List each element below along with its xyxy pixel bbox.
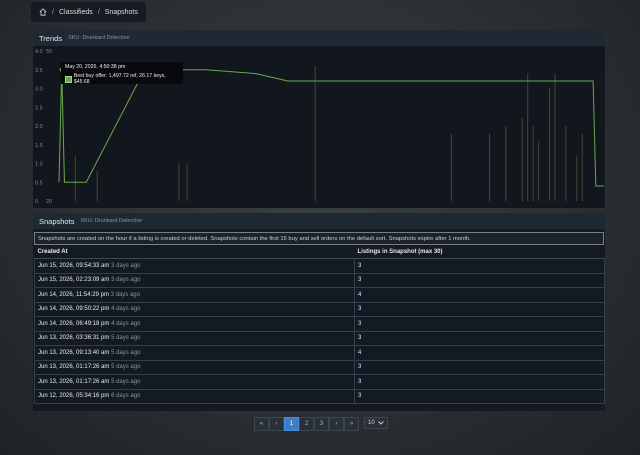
created-at-cell[interactable]: Jun 13, 2026, 09:13:40 am 5 days ago: [34, 345, 355, 361]
y-tick-label: 3.0: [35, 87, 43, 93]
listings-count-cell: 4: [354, 345, 605, 361]
y-tick-label: 0.5: [35, 180, 43, 186]
listings-count-cell: 3: [354, 316, 605, 332]
trends-title: Trends: [39, 33, 63, 43]
snapshots-subtitle: SKU: Drunkard Detective: [80, 218, 142, 224]
tooltip-swatch: [65, 75, 72, 83]
page-button-1[interactable]: 1: [284, 417, 299, 431]
table-row[interactable]: Jun 13, 2026, 01:17:26 am 5 days ago 3: [34, 374, 605, 390]
table-row[interactable]: Jun 13, 2026, 01:17:26 am 5 days ago 3: [34, 359, 605, 375]
table-header-row: Created At Listings in Snapshot (max 30): [34, 245, 605, 259]
table-row[interactable]: Jun 14, 2026, 06:49:18 pm 4 days ago 3: [34, 316, 605, 332]
chevron-down-icon: [378, 421, 384, 425]
y-tick-label: 0: [35, 199, 38, 205]
created-at-ago: 5 days ago: [111, 349, 141, 356]
snapshots-panel: Snapshots SKU: Drunkard Detective Snapsh…: [33, 213, 605, 411]
created-at-ago: 5 days ago: [111, 378, 141, 385]
y-tick-label: 1.5: [35, 143, 43, 149]
table-row[interactable]: Jun 14, 2026, 11:54:29 pm 3 days ago 4: [34, 287, 605, 303]
created-at-date: Jun 13, 2026, 01:17:26 am: [38, 364, 110, 371]
trends-panel: Trends SKU: Drunkard Detective 4.0 3.5 3.0…: [33, 30, 605, 208]
created-at-date: Jun 14, 2026, 11:54:29 pm: [38, 291, 109, 298]
pagination: « ‹ 1 2 3 › » 10: [254, 417, 388, 431]
column-created-at[interactable]: Created At: [34, 245, 355, 259]
snapshots-title: Snapshots: [39, 216, 75, 226]
snapshots-header: Snapshots SKU: Drunkard Detective: [33, 213, 605, 229]
per-page-value: 10: [368, 420, 375, 426]
trends-header: Trends SKU: Drunkard Detective: [33, 30, 605, 46]
y2-tick-label: 50: [46, 49, 52, 55]
y2-tick-label: 20: [46, 199, 52, 205]
created-at-cell[interactable]: Jun 15, 2026, 09:54:33 am 3 days ago: [34, 258, 355, 274]
created-at-cell[interactable]: Jun 12, 2026, 05:34:16 pm 6 days ago: [34, 388, 355, 404]
created-at-date: Jun 13, 2026, 01:17:26 am: [38, 378, 110, 385]
created-at-ago: 3 days ago: [111, 277, 141, 284]
created-at-date: Jun 15, 2026, 09:54:33 am: [38, 262, 110, 269]
created-at-date: Jun 13, 2026, 09:13:40 am: [38, 349, 110, 356]
created-at-ago: 6 days ago: [111, 393, 141, 400]
breadcrumb-classifieds[interactable]: Classifieds: [59, 9, 93, 16]
created-at-ago: 5 days ago: [111, 364, 141, 371]
listings-count-cell: 3: [354, 330, 605, 346]
created-at-cell[interactable]: Jun 14, 2026, 06:49:18 pm 4 days ago: [34, 316, 355, 332]
listings-count-cell: 3: [354, 301, 605, 317]
listings-count-cell: 3: [354, 359, 605, 375]
created-at-ago: 4 days ago: [111, 306, 141, 313]
created-at-date: Jun 12, 2026, 05:34:16 pm: [38, 393, 110, 400]
listings-count-cell: 3: [354, 374, 605, 390]
listings-count-cell: 3: [354, 258, 605, 274]
column-listings[interactable]: Listings in Snapshot (max 30): [354, 245, 605, 259]
created-at-cell[interactable]: Jun 14, 2026, 11:54:29 pm 3 days ago: [34, 287, 355, 303]
table-row[interactable]: Jun 15, 2026, 09:54:33 am 3 days ago 3: [34, 258, 605, 274]
table-row[interactable]: Jun 15, 2026, 02:23:09 am 3 days ago 3: [34, 272, 605, 288]
created-at-date: Jun 14, 2026, 06:49:18 pm: [38, 320, 110, 327]
y-tick-label: 3.5: [35, 68, 43, 74]
listings-count-cell: 3: [354, 388, 605, 404]
page-button-3[interactable]: 3: [314, 417, 329, 431]
listings-count-cell: 3: [354, 272, 605, 288]
breadcrumb: / Classifieds / Snapshots: [31, 2, 146, 22]
breadcrumb-separator: /: [52, 8, 54, 16]
tooltip-label: Best buy offer: 1,497.72 ref, 26.17 keys…: [73, 73, 166, 85]
created-at-cell[interactable]: Jun 14, 2026, 09:50:22 pm 4 days ago: [34, 301, 355, 317]
table-row[interactable]: Jun 13, 2026, 03:36:31 pm 5 days ago 3: [34, 330, 605, 346]
breadcrumb-separator: /: [97, 8, 100, 16]
y-tick-label: 1.0: [35, 162, 43, 168]
created-at-cell[interactable]: Jun 13, 2026, 01:17:26 am 5 days ago: [34, 374, 355, 390]
chart-tooltip: May 20, 2026, 4:50:38 pm Best buy offer:…: [61, 62, 183, 85]
created-at-ago: 5 days ago: [111, 335, 141, 342]
breadcrumb-snapshots: Snapshots: [104, 8, 138, 16]
next-page-button[interactable]: ›: [329, 417, 344, 431]
prev-page-button[interactable]: ‹: [269, 417, 284, 431]
created-at-cell[interactable]: Jun 13, 2026, 03:36:31 pm 5 days ago: [34, 330, 355, 346]
table-row[interactable]: Jun 14, 2026, 09:50:22 pm 4 days ago 3: [34, 301, 605, 317]
y-tick-label: 4.0: [35, 49, 43, 55]
table-row[interactable]: Jun 12, 2026, 05:34:16 pm 6 days ago 3: [34, 388, 605, 404]
per-page-select[interactable]: 10: [364, 417, 388, 429]
last-page-button[interactable]: »: [344, 417, 359, 431]
table-row[interactable]: Jun 13, 2026, 09:13:40 am 5 days ago 4: [34, 345, 605, 361]
created-at-ago: 3 days ago: [110, 291, 140, 298]
tooltip-date: May 20, 2026, 4:50:38 pm: [65, 64, 126, 70]
snapshots-notice: Snapshots are created on the hour if a l…: [34, 232, 604, 245]
created-at-cell[interactable]: Jun 13, 2026, 01:17:26 am 5 days ago: [34, 359, 355, 375]
first-page-button[interactable]: «: [254, 417, 269, 431]
y-tick-label: 2.0: [35, 124, 43, 130]
created-at-ago: 3 days ago: [111, 262, 141, 269]
created-at-date: Jun 15, 2026, 02:23:09 am: [38, 277, 110, 284]
page-button-2[interactable]: 2: [299, 417, 314, 431]
trends-subtitle: SKU: Drunkard Detective: [68, 35, 130, 41]
snapshots-table: Created At Listings in Snapshot (max 30)…: [34, 245, 605, 404]
created-at-ago: 4 days ago: [111, 320, 141, 327]
created-at-date: Jun 13, 2026, 03:36:31 pm: [38, 335, 110, 342]
home-icon[interactable]: [39, 8, 47, 16]
created-at-cell[interactable]: Jun 15, 2026, 02:23:09 am 3 days ago: [34, 272, 355, 288]
listings-count-cell: 4: [354, 287, 605, 303]
created-at-date: Jun 14, 2026, 09:50:22 pm: [38, 306, 110, 313]
y-tick-label: 2.5: [35, 105, 43, 111]
